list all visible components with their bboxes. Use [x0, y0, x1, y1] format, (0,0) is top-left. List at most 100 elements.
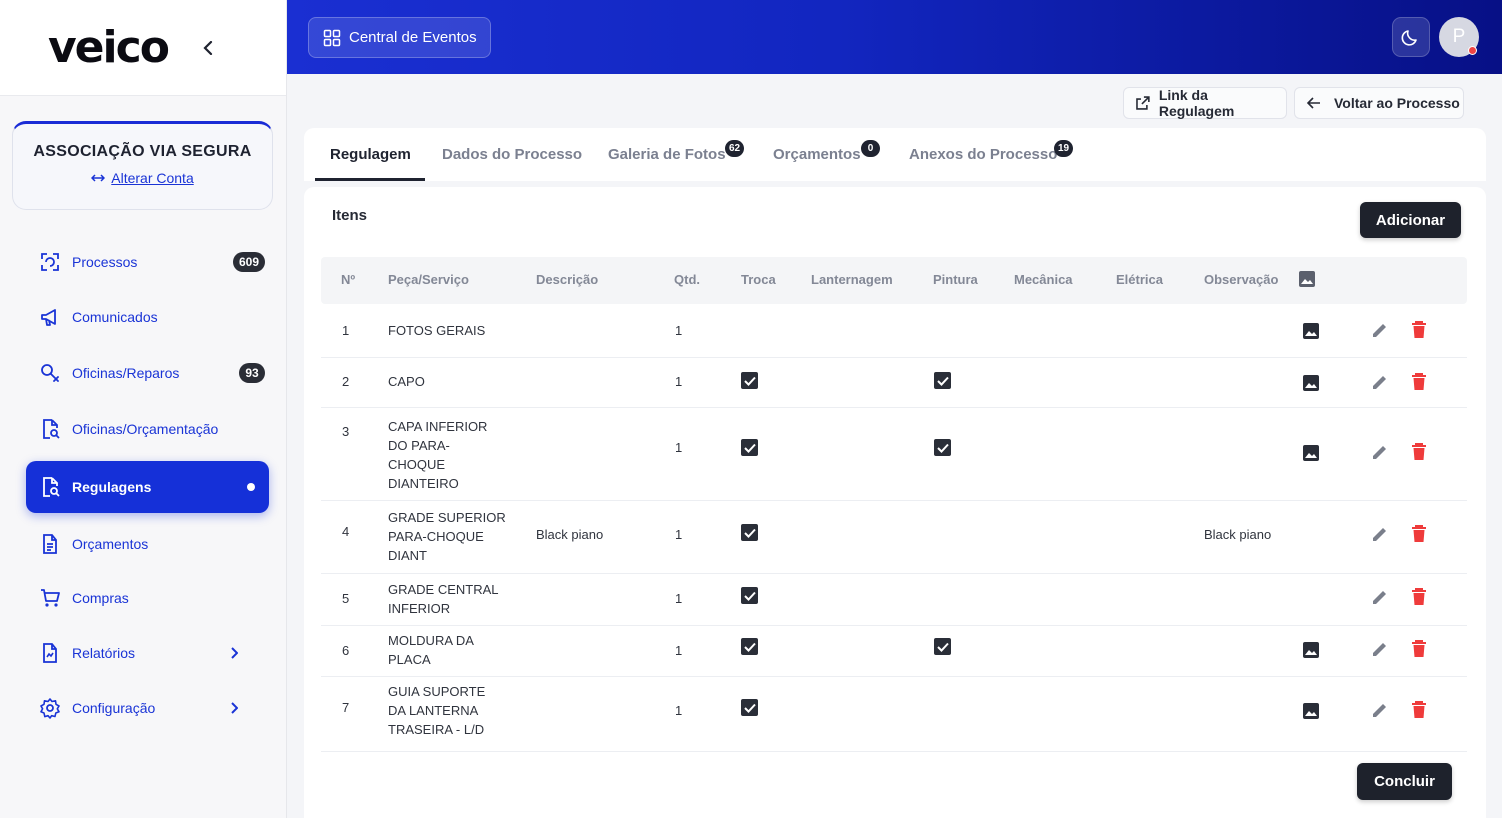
chevron-right-icon	[227, 646, 241, 660]
logo-bar: veico	[0, 0, 286, 96]
tab-anexos-do-processo[interactable]: Anexos do Processo	[909, 128, 1057, 181]
delete-icon[interactable]	[1410, 321, 1428, 339]
sidebar-item-relatorios[interactable]: Relatórios	[26, 627, 269, 679]
moon-icon	[1401, 30, 1417, 46]
image-icon[interactable]	[1302, 374, 1320, 392]
sidebar-item-label: Oficinas/Reparos	[72, 365, 180, 381]
row-qty: 1	[675, 440, 683, 455]
pintura-checkbox[interactable]	[934, 638, 951, 655]
column-header: Descrição	[536, 272, 599, 287]
arrow-left-icon	[1306, 97, 1320, 109]
row-piece: GUIA SUPORTE DA LANTERNA TRASEIRA - L/D	[388, 684, 486, 737]
sidebar-item-label: Orçamentos	[72, 536, 149, 552]
column-header: Lanternagem	[811, 272, 893, 287]
regulation-link-button[interactable]: Link da Regulagem	[1123, 87, 1287, 119]
tab-galeria-de-fotos[interactable]: Galeria de Fotos	[608, 128, 726, 181]
column-header: Observação	[1204, 272, 1279, 287]
sidebar-item-orcamentos[interactable]: Orçamentos	[26, 518, 269, 570]
image-icon[interactable]	[1302, 444, 1320, 462]
table-row: 7 GUIA SUPORTE DA LANTERNA TRASEIRA - L/…	[321, 677, 1467, 752]
account-name: ASSOCIAÇÃO VIA SEGURA	[33, 143, 252, 160]
edit-icon[interactable]	[1371, 701, 1389, 719]
troca-checkbox[interactable]	[741, 372, 758, 389]
tab-label: Anexos do Processo	[909, 146, 1058, 163]
row-piece: CAPA INFERIOR DO PARA-CHOQUE DIANTEIRO	[388, 419, 488, 491]
add-item-button[interactable]: Adicionar	[1360, 202, 1461, 238]
chevron-left-icon	[203, 41, 213, 55]
count-badge: 93	[239, 363, 265, 383]
external-link-icon	[1136, 96, 1150, 110]
back-to-process-button[interactable]: Voltar ao Processo	[1294, 87, 1464, 119]
sidebar-item-compras[interactable]: Compras	[26, 572, 269, 624]
wrench-search-icon	[38, 361, 62, 385]
tab-count-badge: 0	[861, 140, 880, 157]
row-piece: CAPO	[388, 374, 425, 389]
row-observation: Black piano	[1204, 527, 1272, 542]
edit-icon[interactable]	[1371, 640, 1389, 658]
troca-checkbox[interactable]	[741, 699, 758, 716]
edit-icon[interactable]	[1371, 525, 1389, 543]
account-card: ASSOCIAÇÃO VIA SEGURA Alterar Conta	[12, 121, 273, 210]
sidebar-item-comunicados[interactable]: Comunicados	[26, 291, 269, 343]
image-icon[interactable]	[1302, 641, 1320, 659]
delete-icon[interactable]	[1410, 640, 1428, 658]
megaphone-icon	[38, 305, 62, 329]
edit-icon[interactable]	[1371, 588, 1389, 606]
delete-icon[interactable]	[1410, 373, 1428, 391]
table-row: 3 CAPA INFERIOR DO PARA-CHOQUE DIANTEIRO…	[321, 408, 1467, 501]
troca-checkbox[interactable]	[741, 524, 758, 541]
sidebar-item-oficinas-reparos[interactable]: Oficinas/Reparos 93	[26, 347, 269, 399]
cart-icon	[38, 586, 62, 610]
tab-label: Orçamentos	[773, 146, 861, 163]
tab-orcamentos[interactable]: Orçamentos	[773, 128, 861, 181]
conclude-button[interactable]: Concluir	[1357, 763, 1452, 800]
row-number: 6	[342, 643, 350, 658]
troca-checkbox[interactable]	[741, 638, 758, 655]
image-icon[interactable]	[1302, 702, 1320, 720]
sidebar-item-label: Configuração	[72, 700, 156, 716]
back-to-process-label: Voltar ao Processo	[1334, 95, 1460, 111]
table-header: Nº Peça/Serviço Descrição Qtd. Troca Lan…	[321, 257, 1467, 304]
switch-account-link[interactable]: Alterar Conta	[13, 170, 272, 186]
edit-icon[interactable]	[1371, 373, 1389, 391]
collapse-sidebar-button[interactable]	[198, 36, 218, 60]
pintura-checkbox[interactable]	[934, 372, 951, 389]
delete-icon[interactable]	[1410, 525, 1428, 543]
column-header: Pintura	[933, 272, 978, 287]
events-center-button[interactable]: Central de Eventos	[308, 17, 491, 58]
table-row: 2 CAPO 1	[321, 358, 1467, 408]
table-row: 4 GRADE SUPERIOR PARA-CHOQUE DIANT Black…	[321, 501, 1467, 574]
row-number: 5	[342, 591, 350, 606]
delete-icon[interactable]	[1410, 701, 1428, 719]
column-header: Qtd.	[674, 272, 700, 287]
sidebar-item-configuracao[interactable]: Configuração	[26, 682, 269, 734]
theme-toggle-button[interactable]	[1392, 17, 1430, 57]
tab-label: Dados do Processo	[442, 146, 583, 163]
image-icon[interactable]	[1302, 322, 1320, 340]
troca-checkbox[interactable]	[741, 587, 758, 604]
process-icon	[38, 250, 62, 274]
regulation-link-label: Link da Regulagem	[1158, 87, 1235, 119]
report-icon	[38, 641, 62, 665]
sidebar-item-label: Oficinas/Orçamentação	[72, 421, 219, 437]
pintura-checkbox[interactable]	[934, 439, 951, 456]
delete-icon[interactable]	[1410, 443, 1428, 461]
edit-icon[interactable]	[1371, 321, 1389, 339]
swap-arrows-icon	[91, 174, 106, 182]
active-indicator	[247, 483, 255, 491]
table-row: 6 MOLDURA DA PLACA 1	[321, 626, 1467, 677]
tabs-bar: Regulagem Dados do Processo Galeria de F…	[304, 128, 1486, 181]
tab-dados-do-processo[interactable]: Dados do Processo	[442, 128, 582, 181]
delete-icon[interactable]	[1410, 588, 1428, 606]
gear-icon	[38, 696, 62, 720]
troca-checkbox[interactable]	[741, 439, 758, 456]
edit-icon[interactable]	[1371, 443, 1389, 461]
sidebar-item-oficinas-orcamentacao[interactable]: Oficinas/Orçamentação	[26, 403, 269, 455]
sidebar-item-regulagens[interactable]: Regulagens	[26, 461, 269, 513]
tab-regulagem[interactable]: Regulagem	[330, 128, 411, 181]
document-list-icon	[38, 532, 62, 556]
row-qty: 1	[675, 323, 683, 338]
tab-count-badge: 19	[1054, 140, 1074, 157]
sidebar-item-processos[interactable]: Processos 609	[26, 236, 269, 288]
row-qty: 1	[675, 527, 683, 542]
